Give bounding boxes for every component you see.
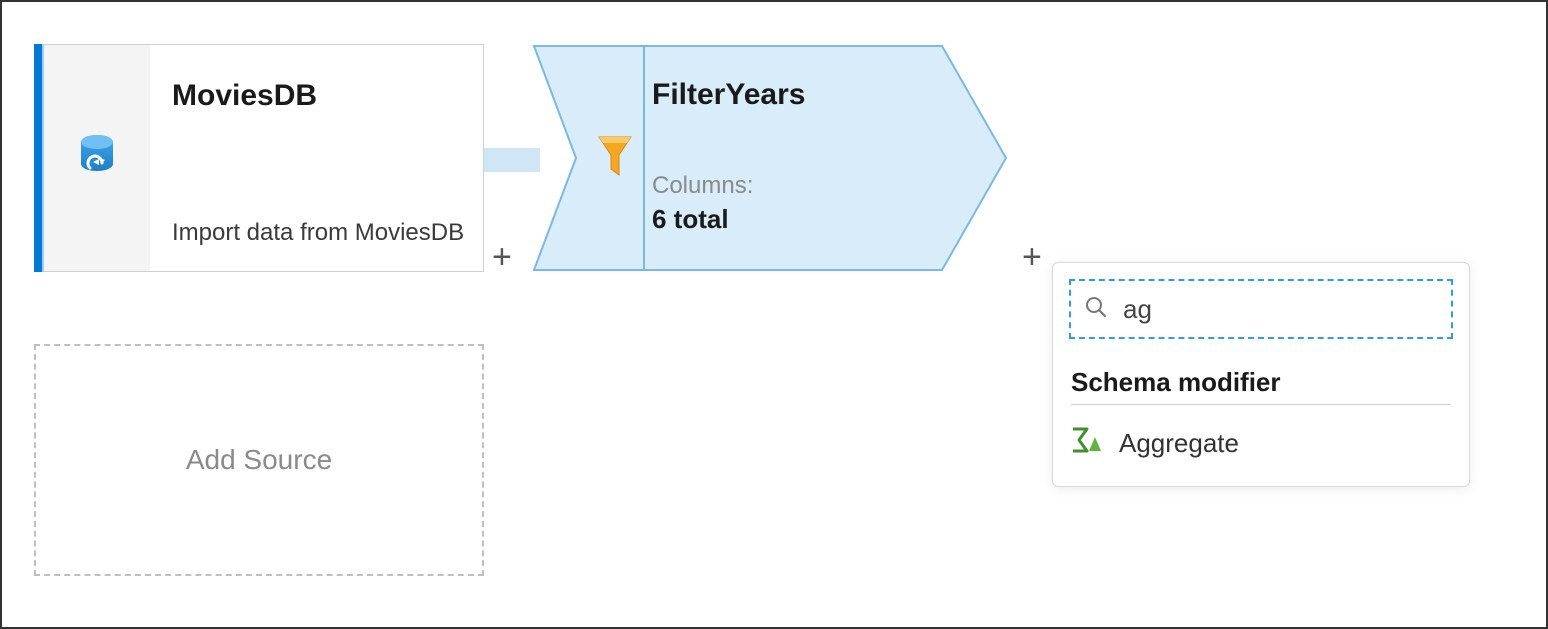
popup-item-label: Aggregate	[1119, 428, 1239, 459]
transformation-search-box[interactable]	[1069, 279, 1453, 339]
funnel-icon	[597, 135, 633, 182]
source-node-icon-column	[44, 44, 150, 272]
source-node-body: MoviesDB Import data from MoviesDB	[150, 44, 484, 272]
add-transformation-popup: Schema modifier Aggregate	[1052, 262, 1470, 487]
search-icon	[1085, 296, 1107, 323]
source-node-title: MoviesDB	[172, 79, 465, 113]
add-step-after-filter-button[interactable]: +	[1022, 238, 1042, 277]
aggregate-icon	[1071, 427, 1101, 460]
filter-columns-total: 6 total	[652, 204, 938, 235]
filter-node-title: FilterYears	[652, 78, 938, 112]
add-step-after-source-button[interactable]: +	[492, 238, 512, 277]
filter-node-icon-column	[580, 44, 650, 272]
source-node-moviesdb[interactable]: MoviesDB Import data from MoviesDB	[34, 44, 484, 272]
popup-divider	[1071, 404, 1451, 405]
filter-node-filteryears[interactable]: FilterYears Columns: 6 total	[532, 44, 1008, 272]
popup-item-aggregate[interactable]: Aggregate	[1069, 419, 1453, 468]
add-source-label: Add Source	[186, 444, 332, 476]
add-source-placeholder[interactable]: Add Source	[34, 344, 484, 576]
source-node-subtitle: Import data from MoviesDB	[172, 219, 465, 247]
transformation-search-input[interactable]	[1121, 293, 1460, 326]
database-source-icon	[77, 134, 117, 183]
dataflow-canvas[interactable]: MoviesDB Import data from MoviesDB + Fil…	[2, 2, 1546, 627]
source-node-handle	[34, 44, 44, 272]
filter-node-body: FilterYears Columns: 6 total	[652, 78, 938, 252]
filter-columns-label: Columns:	[652, 172, 938, 200]
popup-section-header: Schema modifier	[1071, 367, 1451, 398]
